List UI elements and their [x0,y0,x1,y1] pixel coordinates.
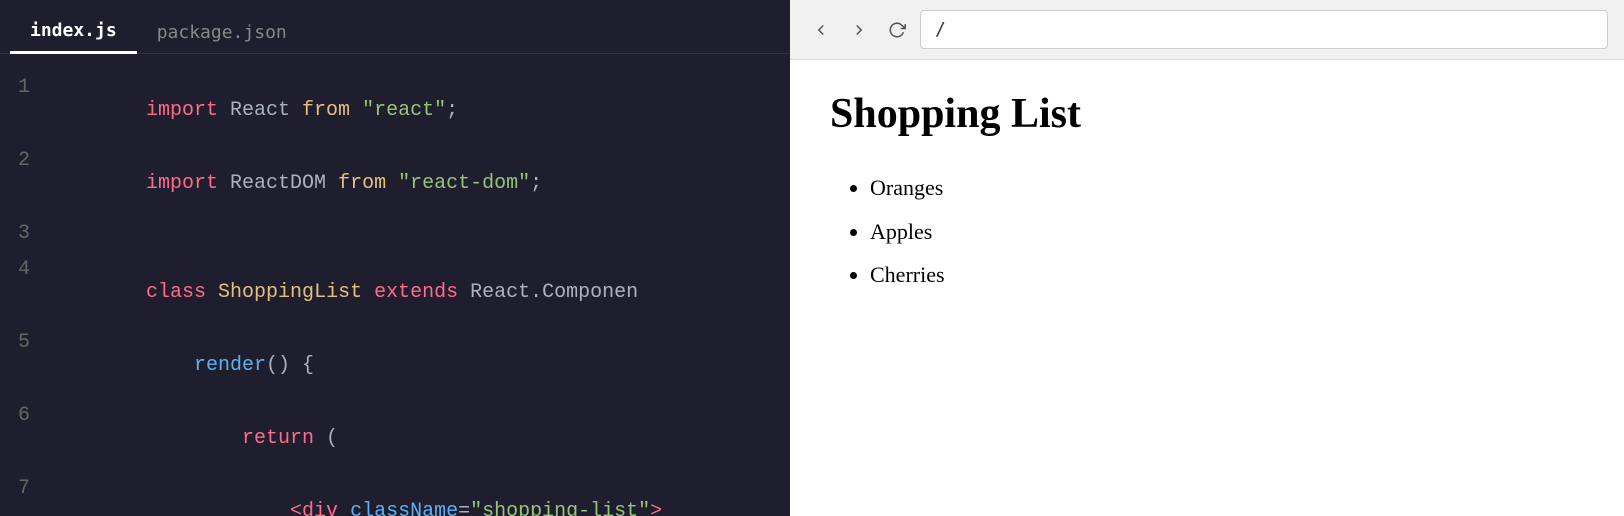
token: ReactDOM [218,172,338,195]
token: "react-dom" [398,172,530,195]
line-number-1: 1 [0,76,50,99]
line-number-6: 6 [0,404,50,427]
back-icon [812,21,830,39]
refresh-icon [888,21,906,39]
code-line-4: 4 class ShoppingList extends React.Compo… [0,256,790,329]
refresh-button[interactable] [882,17,912,43]
code-line-7: 7 <div className="shopping-list"> [0,475,790,516]
token: className [350,500,458,516]
code-line-2: 2 import ReactDOM from "react-dom"; [0,147,790,220]
token [362,281,374,304]
tab-package-json[interactable]: package.json [137,12,307,53]
browser-content: Shopping List Oranges Apples Cherries [790,60,1624,516]
line-number-2: 2 [0,149,50,172]
url-bar[interactable] [920,10,1608,49]
token: ( [314,427,338,450]
token [350,99,362,122]
token [146,354,194,377]
token: return [242,427,314,450]
line-content-3 [50,222,790,245]
line-number-5: 5 [0,331,50,354]
token: = [458,500,470,516]
line-content-5: render() { [50,331,790,400]
token: from [338,172,386,195]
token: import [146,172,218,195]
token: "react" [362,99,446,122]
token [146,427,242,450]
editor-content: 1 import React from "react"; 2 import Re… [0,54,790,516]
editor-panel: index.js package.json 1 import React fro… [0,0,790,516]
token: <div [290,500,338,516]
browser-toolbar [790,0,1624,60]
editor-tabs: index.js package.json [0,0,790,54]
line-content-2: import ReactDOM from "react-dom"; [50,149,790,218]
line-content-6: return ( [50,404,790,473]
token: class [146,281,206,304]
line-number-4: 4 [0,258,50,281]
token: ; [446,99,458,122]
code-line-6: 6 return ( [0,402,790,475]
code-line-5: 5 render() { [0,329,790,402]
token: > [650,500,662,516]
token: ; [530,172,542,195]
preview-list: Oranges Apples Cherries [830,168,1584,295]
token [338,500,350,516]
token: React.Componen [458,281,638,304]
token: from [302,99,350,122]
list-item-cherries: Cherries [870,255,1584,295]
line-content-1: import React from "react"; [50,76,790,145]
tab-index-js[interactable]: index.js [10,10,137,54]
line-content-4: class ShoppingList extends React.Compone… [50,258,790,327]
line-content-7: <div className="shopping-list"> [50,477,790,516]
forward-button[interactable] [844,17,874,43]
token [146,500,290,516]
code-line-1: 1 import React from "react"; [0,74,790,147]
token: () { [266,354,314,377]
token: "shopping-list" [470,500,650,516]
token [386,172,398,195]
back-button[interactable] [806,17,836,43]
list-item-oranges: Oranges [870,168,1584,208]
token: ShoppingList [218,281,362,304]
token: import [146,99,218,122]
list-item-apples: Apples [870,212,1584,252]
token [206,281,218,304]
browser-panel: Shopping List Oranges Apples Cherries [790,0,1624,516]
preview-title: Shopping List [830,90,1584,138]
forward-icon [850,21,868,39]
line-number-3: 3 [0,222,50,245]
token: render [194,354,266,377]
token: React [218,99,302,122]
line-number-7: 7 [0,477,50,500]
code-line-3: 3 [0,220,790,256]
token: extends [374,281,458,304]
